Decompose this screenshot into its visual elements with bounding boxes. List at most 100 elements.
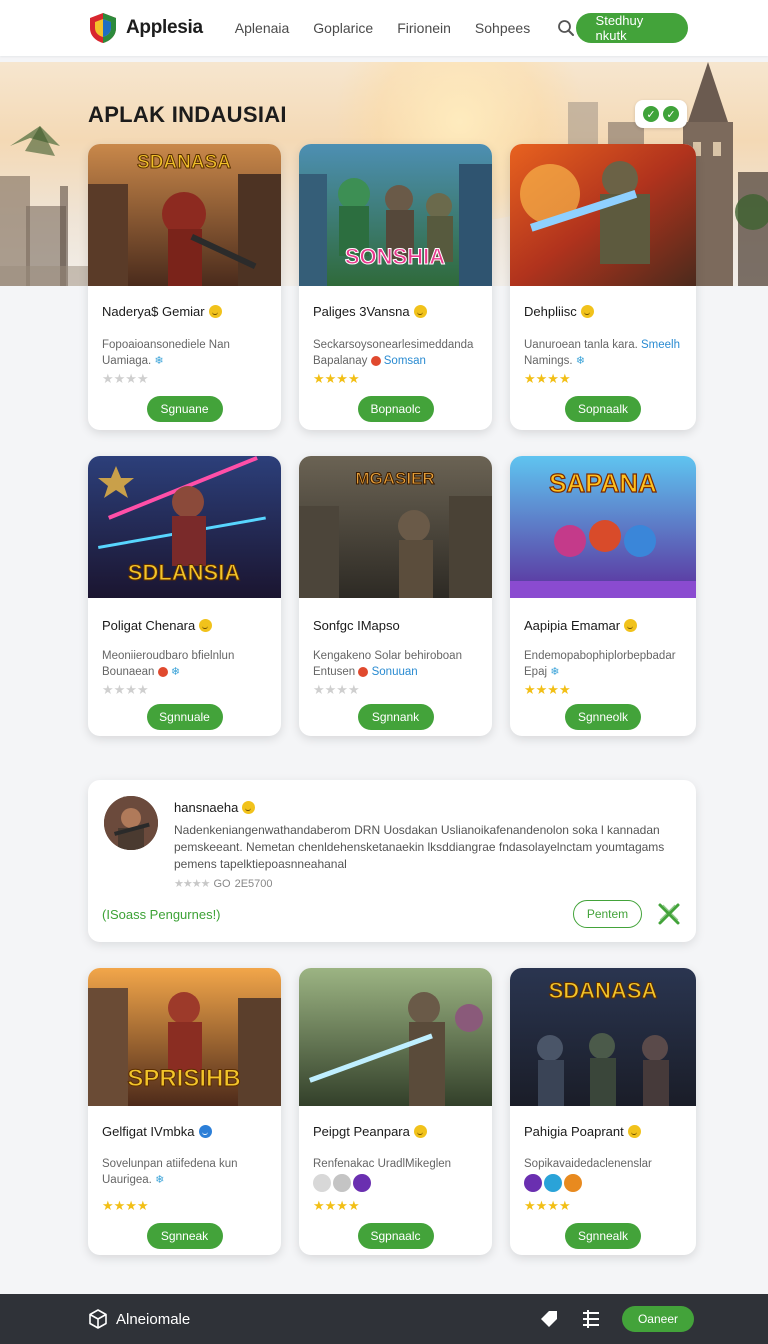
snowflake-icon: ❄ xyxy=(154,355,164,367)
card-action-button[interactable]: Bopnaolc xyxy=(357,396,434,422)
card-description: Uanuroean tanla kara. Smeelh Namings. ❄ xyxy=(524,337,692,369)
card-description: Endemopabophiplorbepbadar Epaj ❄ xyxy=(524,648,692,680)
game-card[interactable]: SDANASA Naderya$ Gemiar Fopoaioansonedie… xyxy=(88,144,281,430)
footer-brand-name: Alneiomale xyxy=(116,1310,191,1328)
orb-icon xyxy=(524,1174,542,1192)
card-title: Gelfigat IVmbka xyxy=(102,1124,212,1139)
footer-button[interactable]: Oaneer xyxy=(621,1306,694,1332)
star-rating: ★★★★ xyxy=(102,682,149,697)
smile-emoji-icon xyxy=(198,1125,212,1138)
card-description: Sovelunpan atiifedena kun Uaurigea. ❄ xyxy=(102,1156,270,1188)
rating-text: GO xyxy=(213,877,231,890)
tag-icon[interactable] xyxy=(538,1308,560,1330)
check-icon: ✓ xyxy=(663,106,679,122)
header-cta-button[interactable]: Stedhuy nkutk xyxy=(575,13,688,43)
card-title-text: Dehpliisc xyxy=(524,304,577,319)
game-cover-image: MGASIER xyxy=(299,456,492,598)
shield-logo-icon xyxy=(90,13,116,43)
star-rating: ★★★★ xyxy=(102,371,149,386)
review-card: hansnaeha Nadenkeniangenwathandaberom DR… xyxy=(88,780,696,942)
card-desc-link[interactable]: Smeelh xyxy=(641,339,680,351)
cover-title: MGASIER xyxy=(355,469,434,488)
star-rating: ★★★★ xyxy=(102,1198,149,1213)
orb-icon xyxy=(544,1174,562,1192)
game-cover-image: SDANASA xyxy=(88,144,281,286)
card-title: Naderya$ Gemiar xyxy=(102,304,222,319)
nav-link-3[interactable]: Firionein xyxy=(397,20,451,36)
card-desc-text: Fopoaioansonediele Nan Uamiaga. xyxy=(102,339,230,367)
card-title-text: Naderya$ Gemiar xyxy=(102,304,205,319)
smile-emoji-icon xyxy=(624,619,638,632)
card-desc-link[interactable]: Sonuuan xyxy=(372,666,418,678)
game-card[interactable]: SONSHIA Paliges 3Vansna Seckarsoysonearl… xyxy=(299,144,492,430)
search-icon xyxy=(557,20,574,36)
card-description: Fopoaioansonediele Nan Uamiaga. ❄ xyxy=(102,337,270,369)
cover-title: SONSHIA xyxy=(345,244,445,269)
game-card[interactable]: Peipgt Peanpara Renfenakac UradlMikeglen… xyxy=(299,968,492,1255)
card-title: Aapipia Emamar xyxy=(524,618,638,633)
card-action-button[interactable]: Sopnaalk xyxy=(565,396,641,422)
snowflake-icon: ❄ xyxy=(170,666,181,678)
cover-title: SDANASA xyxy=(137,152,231,173)
nav-link-2[interactable]: Goplarice xyxy=(313,20,373,36)
game-cover-image: SONSHIA xyxy=(299,144,492,286)
search-button[interactable] xyxy=(556,17,575,39)
footer-brand[interactable]: Alneiomale xyxy=(88,1309,190,1329)
star-rating: ★★★★ xyxy=(313,682,360,697)
game-card[interactable]: SDLANSIA Poligat Chenara Meoniieroudbaro… xyxy=(88,456,281,736)
card-description: Meoniieroudbaro bfielnlun Bounaean ❄ xyxy=(102,648,270,680)
nav-link-1[interactable]: Aplenaia xyxy=(235,20,290,36)
card-action-button[interactable]: Sgnuane xyxy=(146,396,223,422)
game-card[interactable]: MGASIER Sonfgc IMapso Kengakeno Solar be… xyxy=(299,456,492,736)
card-action-button[interactable]: Sgnneolk xyxy=(565,704,641,730)
game-card[interactable]: Dehpliisc Uanuroean tanla kara. Smeelh Na… xyxy=(510,144,696,430)
card-action-button[interactable]: Sgnnealk xyxy=(565,1223,641,1249)
card-title: Sonfgc IMapso xyxy=(313,618,400,633)
badge-row xyxy=(313,1174,371,1192)
review-body: Nadenkeniangenwathandaberom DRN Uosdakan… xyxy=(174,823,665,871)
check-icon: ✓ xyxy=(643,106,659,122)
card-title: Paliges 3Vansna xyxy=(313,304,427,319)
main-nav: Aplenaia Goplarice Firionein Sohpees xyxy=(235,20,530,36)
card-title: Peipgt Peanpara xyxy=(313,1124,427,1139)
cover-title: SPRISIHB xyxy=(127,1065,240,1092)
verified-badge: ✓ ✓ xyxy=(635,100,687,128)
snowflake-icon: ❄ xyxy=(575,355,585,367)
game-cover-image: SDANASA xyxy=(510,968,696,1106)
card-description: Seckarsoysonearlesimeddanda Bapalanay So… xyxy=(313,337,481,369)
star-rating: ★★★★ xyxy=(524,1198,571,1213)
game-card[interactable]: SAPANA Aapipia Emamar Endemopabophiplorb… xyxy=(510,456,696,736)
nav-link-4[interactable]: Sohpees xyxy=(475,20,530,36)
review-link[interactable]: (ISoass Pengurnes!) xyxy=(102,907,221,922)
brand-name: Applesia xyxy=(126,17,203,38)
game-cover-image: SAPANA xyxy=(510,456,696,598)
card-desc-text-2: Namings. xyxy=(524,355,573,367)
review-action-button[interactable]: Pentem xyxy=(573,900,642,928)
cover-title: SDLANSIA xyxy=(128,560,241,585)
card-title-text: Poligat Chenara xyxy=(102,618,196,633)
game-cover-image: SPRISIHB xyxy=(88,968,281,1106)
red-icon xyxy=(370,355,381,366)
game-card[interactable]: SPRISIHB Gelfigat IVmbka Sovelunpan atii… xyxy=(88,968,281,1255)
top-header: Applesia Aplenaia Goplarice Firionein So… xyxy=(0,0,768,56)
card-action-button[interactable]: Sgnneak xyxy=(146,1223,223,1249)
badge-row xyxy=(524,1174,582,1192)
game-cover-image: SDLANSIA xyxy=(88,456,281,598)
card-title-text: Paliges 3Vansna xyxy=(313,304,410,319)
reviewer-name-text: hansnaeha xyxy=(174,800,239,815)
close-icon[interactable] xyxy=(656,901,682,927)
card-desc-text: Renfenakac UradlMikeglen xyxy=(313,1158,452,1170)
card-action-button[interactable]: Sgpnaalc xyxy=(357,1223,434,1249)
card-title: Dehpliisc xyxy=(524,304,594,319)
card-desc-text: Sovelunpan atiifedena kun Uaurigea. xyxy=(102,1158,238,1186)
game-card[interactable]: SDANASA Pahigia Poaprant Sopikavaidedacl… xyxy=(510,968,696,1255)
card-action-button[interactable]: Sgnnuale xyxy=(146,704,223,730)
card-desc-link[interactable]: Somsan xyxy=(384,355,426,367)
brand[interactable]: Applesia xyxy=(86,11,203,45)
filter-icon[interactable] xyxy=(580,1308,602,1330)
card-desc-text: Uanuroean tanla kara. xyxy=(524,339,638,351)
card-description: Sopikavaidedaclenenslar xyxy=(524,1156,692,1172)
orb-icon xyxy=(353,1174,371,1192)
card-action-button[interactable]: Sgnnank xyxy=(357,704,434,730)
card-title-text: Sonfgc IMapso xyxy=(313,618,400,633)
